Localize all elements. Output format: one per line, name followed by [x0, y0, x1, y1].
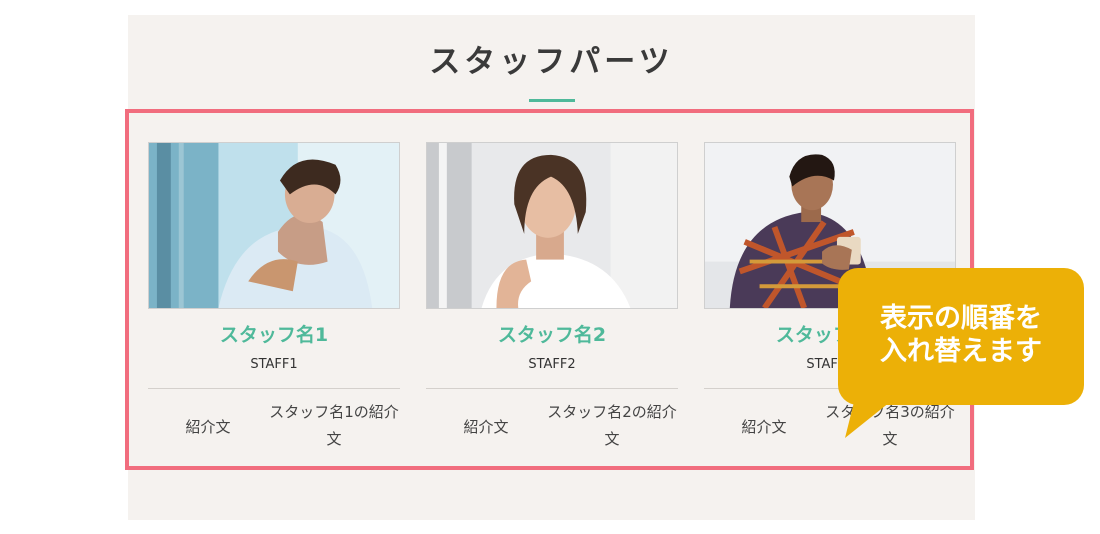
callout-line-2: 入れ替えます	[880, 336, 1042, 367]
title-underline	[529, 99, 575, 102]
callout-bubble: 表示の順番を 入れ替えます	[838, 268, 1084, 405]
callout-line-1: 表示の順番を	[880, 303, 1042, 334]
section-title: スタッフパーツ	[429, 44, 674, 80]
